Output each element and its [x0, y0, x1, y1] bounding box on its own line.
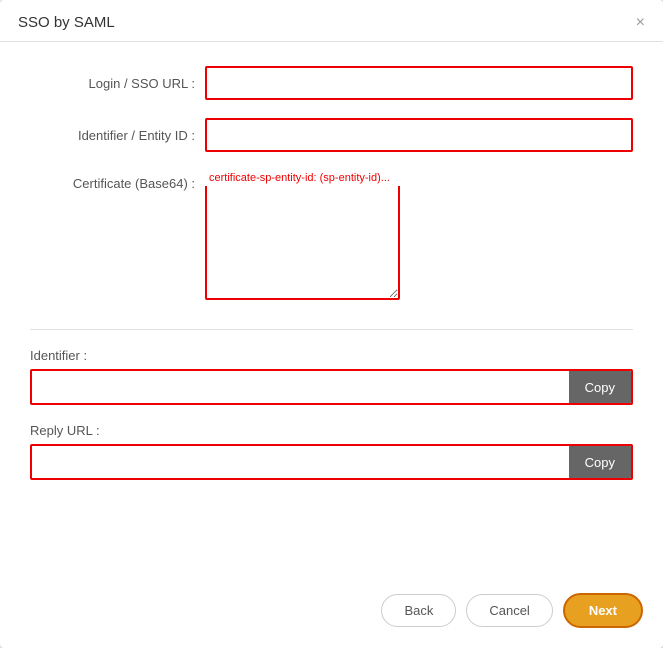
next-button[interactable]: Next [563, 593, 643, 628]
form-section: Login / SSO URL : Identifier / Entity ID… [30, 66, 633, 321]
dialog-title: SSO by SAML [18, 14, 115, 31]
copy-reply-url-button[interactable]: Copy [569, 446, 631, 478]
login-url-input[interactable] [205, 66, 633, 100]
cancel-button[interactable]: Cancel [466, 594, 552, 627]
reply-url-field-wrapper: Copy [30, 444, 633, 480]
certificate-row: Certificate (Base64) : certificate-sp-en… [30, 170, 633, 303]
entity-id-label: Identifier / Entity ID : [30, 128, 205, 143]
back-button[interactable]: Back [381, 594, 456, 627]
read-only-section: Identifier : Copy Reply URL : Copy [30, 348, 633, 498]
entity-id-input[interactable] [205, 118, 633, 152]
login-url-label: Login / SSO URL : [30, 76, 205, 91]
login-url-row: Login / SSO URL : [30, 66, 633, 100]
textarea-wrapper: certificate-sp-entity-id: (sp-entity-id)… [205, 170, 633, 303]
close-button[interactable]: × [636, 15, 645, 31]
certificate-hint: certificate-sp-entity-id: (sp-entity-id)… [205, 170, 619, 186]
certificate-input[interactable] [205, 170, 400, 300]
dialog-footer: Back Cancel Next [0, 583, 663, 648]
entity-id-row: Identifier / Entity ID : [30, 118, 633, 152]
reply-url-label: Reply URL : [30, 423, 633, 438]
section-divider [30, 329, 633, 330]
identifier-readonly-input[interactable] [32, 371, 569, 403]
copy-identifier-button[interactable]: Copy [569, 371, 631, 403]
sso-dialog: SSO by SAML × Login / SSO URL : Identifi… [0, 0, 663, 648]
identifier-field-wrapper: Copy [30, 369, 633, 405]
identifier-label: Identifier : [30, 348, 633, 363]
dialog-body: Login / SSO URL : Identifier / Entity ID… [0, 42, 663, 583]
dialog-header: SSO by SAML × [0, 0, 663, 42]
reply-url-readonly-input[interactable] [32, 446, 569, 478]
certificate-label: Certificate (Base64) : [30, 170, 205, 191]
